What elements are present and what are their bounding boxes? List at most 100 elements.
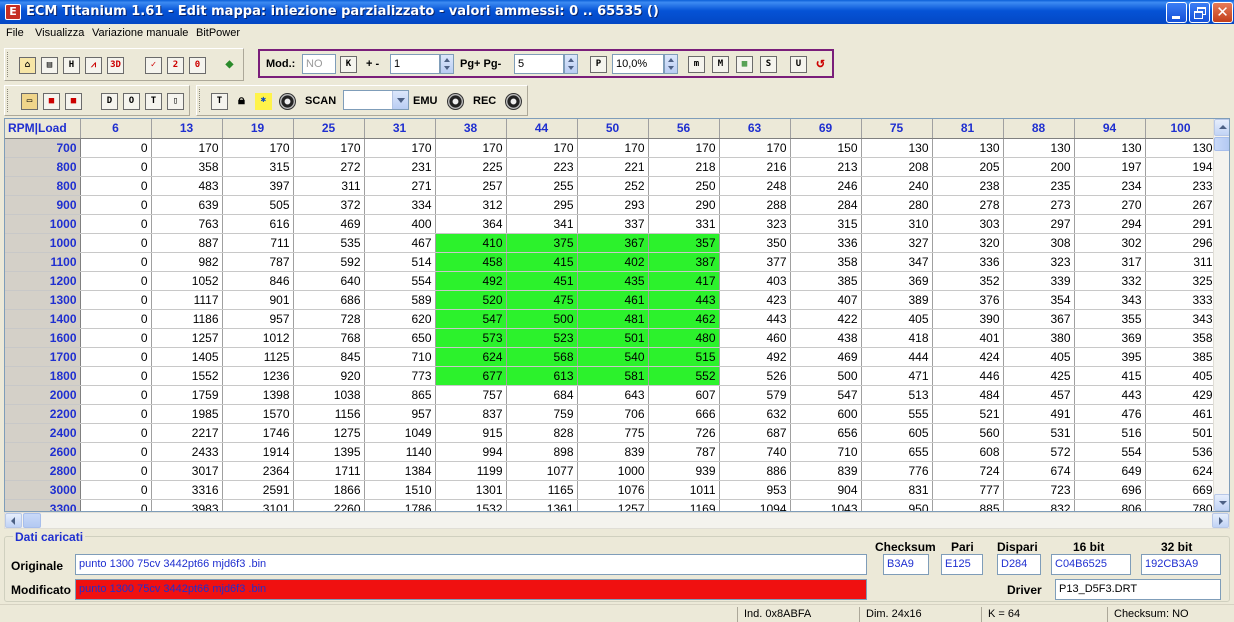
map-cell[interactable]: 357	[648, 233, 720, 253]
percent-spinner[interactable]	[664, 54, 678, 74]
rpm-row-header[interactable]: 1000	[5, 233, 81, 253]
map-cell[interactable]: 233	[1145, 176, 1217, 196]
map-cell[interactable]: 471	[861, 366, 933, 386]
map-cell[interactable]: 640	[293, 271, 365, 291]
map-cell[interactable]: 170	[435, 138, 507, 158]
map-cell[interactable]: 568	[506, 347, 578, 367]
scroll-left-icon[interactable]	[5, 513, 22, 528]
rpm-row-header[interactable]: 1400	[5, 309, 81, 329]
load-column-header[interactable]: 50	[577, 119, 649, 139]
map-cell[interactable]: 0	[80, 480, 152, 500]
map-cell[interactable]: 205	[932, 157, 1004, 177]
map-cell[interactable]: 320	[932, 233, 1004, 253]
map-cell[interactable]: 669	[1145, 480, 1217, 500]
map-cell[interactable]: 375	[506, 233, 578, 253]
map-cell[interactable]: 397	[222, 176, 294, 196]
t-button-icon[interactable]: T	[145, 93, 162, 110]
map-cell[interactable]: 424	[932, 347, 1004, 367]
map-cell[interactable]: 194	[1145, 157, 1217, 177]
map-cell[interactable]: 1052	[151, 271, 223, 291]
map-cell[interactable]: 1532	[435, 499, 507, 511]
map-cell[interactable]: 780	[1145, 499, 1217, 511]
map-cell[interactable]: 1405	[151, 347, 223, 367]
map-cell[interactable]: 238	[932, 176, 1004, 196]
map-cell[interactable]: 462	[648, 309, 720, 329]
load-column-header[interactable]: 38	[435, 119, 507, 139]
map-cell[interactable]: 1125	[222, 347, 294, 367]
map-cell[interactable]: 405	[861, 309, 933, 329]
map-cell[interactable]: 240	[861, 176, 933, 196]
original-file-field[interactable]: punto 1300 75cv 3442pt66 mjd6f3 .bin	[75, 554, 867, 575]
map-cell[interactable]: 677	[435, 366, 507, 386]
map-cell[interactable]: 170	[151, 138, 223, 158]
map-cell[interactable]: 1759	[151, 385, 223, 405]
map-cell[interactable]: 415	[1074, 366, 1146, 386]
map-cell[interactable]: 272	[293, 157, 365, 177]
map-cell[interactable]: 323	[1003, 252, 1075, 272]
map-cell[interactable]: 885	[932, 499, 1004, 511]
map-cell[interactable]: 467	[364, 233, 436, 253]
map-cell[interactable]: 417	[648, 271, 720, 291]
percent-p-icon[interactable]: P	[590, 56, 607, 73]
map-cell[interactable]: 655	[861, 442, 933, 462]
map-cell[interactable]: 492	[435, 271, 507, 291]
map-cell[interactable]: 216	[719, 157, 791, 177]
map-cell[interactable]: 1011	[648, 480, 720, 500]
map-cell[interactable]: 674	[1003, 461, 1075, 481]
lock-icon[interactable]: 🔒︎	[233, 93, 250, 110]
map-cell[interactable]: 666	[648, 404, 720, 424]
rpm-row-header[interactable]: 800	[5, 176, 81, 196]
scroll-right-icon[interactable]	[1212, 513, 1229, 528]
map-cell[interactable]: 3316	[151, 480, 223, 500]
map-cell[interactable]: 208	[861, 157, 933, 177]
map-cell[interactable]: 513	[861, 385, 933, 405]
map-cell[interactable]: 1914	[222, 442, 294, 462]
map-cell[interactable]: 0	[80, 138, 152, 158]
runner-icon[interactable]: ✱	[255, 93, 272, 110]
map-cell[interactable]: 334	[364, 195, 436, 215]
map-cell[interactable]: 1012	[222, 328, 294, 348]
color-map-icon[interactable]: ▦	[736, 56, 753, 73]
map-cell[interactable]: 768	[293, 328, 365, 348]
map-cell[interactable]: 605	[861, 423, 933, 443]
map-cell[interactable]: 469	[293, 214, 365, 234]
driver-field[interactable]: P13_D5F3.DRT	[1055, 579, 1221, 600]
map-cell[interactable]: 461	[577, 290, 649, 310]
save-as-icon[interactable]: ■	[65, 93, 82, 110]
map-cell[interactable]: 540	[577, 347, 649, 367]
load-column-header[interactable]: 88	[1003, 119, 1075, 139]
rpm-row-header[interactable]: 1200	[5, 271, 81, 291]
map-cell[interactable]: 270	[1074, 195, 1146, 215]
map-cell[interactable]: 483	[151, 176, 223, 196]
map-cell[interactable]: 649	[1074, 461, 1146, 481]
rpm-row-header[interactable]: 1100	[5, 252, 81, 272]
map-cell[interactable]: 552	[648, 366, 720, 386]
map-cell[interactable]: 297	[1003, 214, 1075, 234]
load-column-header[interactable]: 75	[861, 119, 933, 139]
map-cell[interactable]: 589	[364, 290, 436, 310]
map-cell[interactable]: 331	[648, 214, 720, 234]
map-cell[interactable]: 476	[1074, 404, 1146, 424]
rpm-row-header[interactable]: 3000	[5, 480, 81, 500]
horizontal-scrollbar[interactable]	[4, 512, 1230, 529]
map-cell[interactable]: 501	[577, 328, 649, 348]
map-cell[interactable]: 710	[364, 347, 436, 367]
map-cell[interactable]: 839	[790, 461, 862, 481]
map-cell[interactable]: 643	[577, 385, 649, 405]
rpm-row-header[interactable]: 3300	[5, 499, 81, 511]
map-cell[interactable]: 443	[1074, 385, 1146, 405]
map-cell[interactable]: 252	[577, 176, 649, 196]
map-cell[interactable]: 367	[577, 233, 649, 253]
map-cell[interactable]: 555	[861, 404, 933, 424]
map-cell[interactable]: 3017	[151, 461, 223, 481]
map-cell[interactable]: 403	[719, 271, 791, 291]
map-cell[interactable]: 358	[790, 252, 862, 272]
map-cell[interactable]: 150	[790, 138, 862, 158]
map-cell[interactable]: 547	[435, 309, 507, 329]
m-upper-icon[interactable]: M	[712, 56, 729, 73]
map-cell[interactable]: 0	[80, 385, 152, 405]
map-cell[interactable]: 1186	[151, 309, 223, 329]
map-cell[interactable]: 303	[932, 214, 1004, 234]
map-cell[interactable]: 915	[435, 423, 507, 443]
map-cell[interactable]: 957	[222, 309, 294, 329]
